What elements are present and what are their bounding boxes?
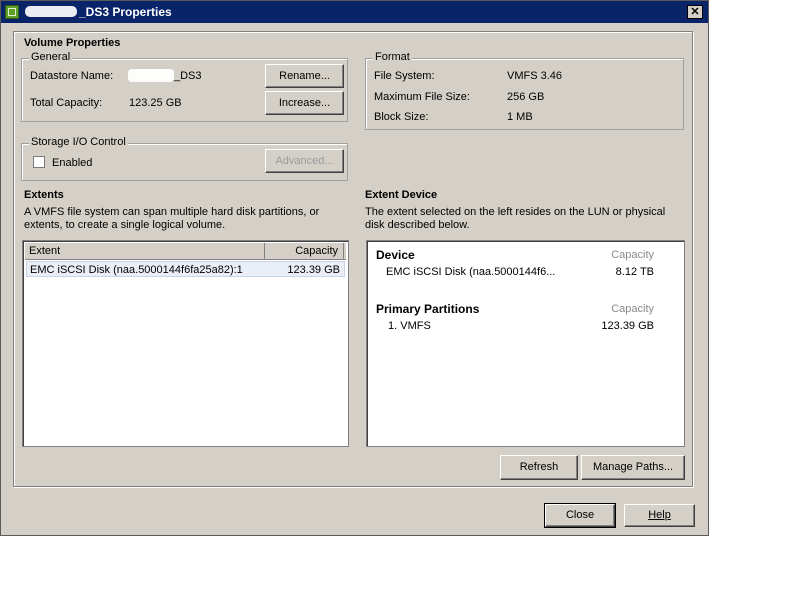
extent-device-heading: Extent Device: [365, 189, 438, 201]
extent-device-description-2: disk described below.: [365, 219, 470, 231]
help-button[interactable]: Help: [624, 504, 695, 527]
volume-properties-heading: Volume Properties: [24, 37, 121, 49]
max-file-size-value: 256 GB: [507, 91, 545, 103]
partition-capacity: 123.39 GB: [601, 320, 654, 332]
block-size-label: Block Size:: [374, 111, 429, 123]
extents-description-2: extents, to create a single logical volu…: [24, 219, 226, 231]
rename-button[interactable]: Rename...: [265, 64, 344, 88]
manage-paths-button[interactable]: Manage Paths...: [581, 455, 685, 480]
partition-name: 1. VMFS: [388, 320, 431, 332]
file-system-value: VMFS 3.46: [507, 70, 563, 82]
title-bar[interactable]: _DS3 Properties ✕: [1, 1, 708, 23]
capacity-column-header[interactable]: Capacity: [265, 243, 344, 259]
enabled-label: Enabled: [52, 157, 93, 169]
datastore-name-label: Datastore Name:: [30, 70, 114, 82]
extents-heading: Extents: [24, 189, 64, 201]
primary-partitions-heading: Primary Partitions: [376, 302, 480, 316]
format-group: Format File System: VMFS 3.46 Maximum Fi…: [365, 51, 684, 130]
close-icon[interactable]: ✕: [687, 5, 703, 19]
advanced-button[interactable]: Advanced...: [265, 149, 344, 173]
device-heading: Device: [376, 248, 415, 262]
volume-properties-panel: Volume Properties General Datastore Name…: [13, 31, 693, 487]
datastore-name-value: _DS3: [174, 70, 202, 82]
window-title: _DS3 Properties: [79, 5, 172, 19]
extent-device-panel: Device Capacity EMC iSCSI Disk (naa.5000…: [366, 240, 685, 447]
general-legend: General: [29, 51, 73, 63]
extent-capacity: 123.39 GB: [287, 264, 340, 276]
storage-io-group: Storage I/O Control Enabled Advanced...: [21, 136, 348, 181]
extent-name: EMC iSCSI Disk (naa.5000144f6fa25a82):1: [30, 264, 243, 276]
refresh-button[interactable]: Refresh: [500, 455, 578, 480]
extent-column-header[interactable]: Extent: [25, 243, 265, 259]
extents-list[interactable]: Extent Capacity EMC iSCSI Disk (naa.5000…: [22, 240, 349, 447]
total-capacity-label: Total Capacity:: [30, 97, 103, 109]
properties-dialog: _DS3 Properties ✕ Volume Properties Gene…: [0, 0, 709, 536]
extent-device-description-1: The extent selected on the left resides …: [365, 206, 666, 218]
total-capacity-value: 123.25 GB: [129, 97, 182, 109]
device-name: EMC iSCSI Disk (naa.5000144f6...: [386, 266, 556, 278]
device-capacity: 8.12 TB: [615, 266, 654, 278]
file-system-label: File System:: [374, 70, 435, 82]
max-file-size-label: Maximum File Size:: [374, 91, 470, 103]
device-capacity-heading: Capacity: [611, 249, 654, 261]
redacted-datastore-prefix: [128, 69, 174, 82]
close-button[interactable]: Close: [544, 503, 616, 528]
enabled-checkbox[interactable]: [33, 156, 45, 168]
format-legend: Format: [373, 51, 412, 63]
table-row[interactable]: EMC iSCSI Disk (naa.5000144f6fa25a82):1 …: [26, 261, 345, 277]
redacted-title-prefix: [25, 6, 77, 17]
increase-button[interactable]: Increase...: [265, 91, 344, 115]
block-size-value: 1 MB: [507, 111, 533, 123]
vsphere-icon: [5, 5, 19, 19]
extents-list-header: Extent Capacity: [25, 243, 346, 260]
partitions-capacity-heading: Capacity: [611, 303, 654, 315]
storage-io-legend: Storage I/O Control: [29, 136, 128, 148]
extents-description-1: A VMFS file system can span multiple har…: [24, 206, 320, 218]
general-group: General Datastore Name: _DS3 Total Capac…: [21, 51, 348, 122]
